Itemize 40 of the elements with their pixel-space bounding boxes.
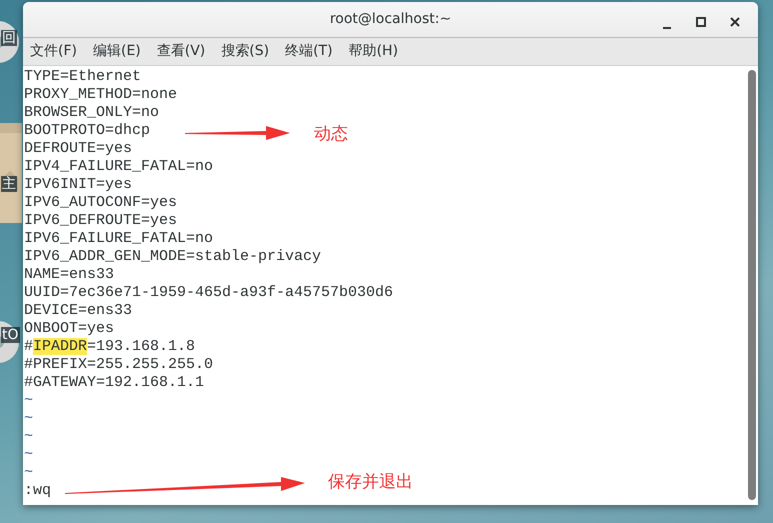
icon-label: tO: [1, 327, 20, 343]
config-line: #GATEWAY=192.168.1.1: [24, 374, 204, 392]
config-line: IPV6_FAILURE_FATAL=no: [24, 230, 214, 248]
config-line: IPV6_AUTOCONF=yes: [24, 194, 178, 212]
config-line: IPV6_ADDR_GEN_MODE=stable-privacy: [24, 248, 322, 266]
menu-item[interactable]: 查看(V): [150, 41, 206, 62]
minimize-icon: [663, 26, 671, 29]
config-line: BROWSER_ONLY=no: [24, 104, 160, 122]
command-line: :wq: [24, 482, 52, 500]
config-line: BOOTPROTO=dhcp: [24, 122, 150, 140]
close-icon: [730, 16, 740, 27]
config-line: #IPADDR=193.168.1.8: [24, 338, 196, 356]
empty-line-marker: ~: [24, 428, 34, 446]
config-line: DEVICE=ens33: [24, 302, 132, 320]
folder-icon[interactable]: [0, 123, 22, 223]
empty-line-marker: ~: [24, 392, 34, 410]
config-line: UUID=7ec36e71-1959-465d-a93f-a45757b030d6: [24, 284, 394, 302]
config-line: ONBOOT=yes: [24, 320, 114, 338]
icon-label: 主: [1, 176, 17, 192]
config-line: IPV4_FAILURE_FATAL=no: [24, 158, 214, 176]
config-line: DEFROUTE=yes: [24, 140, 132, 158]
window-title: root@localhost:~: [330, 10, 452, 29]
maximize-icon: [696, 16, 706, 27]
icon-label: 回: [1, 30, 17, 46]
menu-item[interactable]: 编辑(E): [86, 41, 141, 62]
config-line: IPV6_DEFROUTE=yes: [24, 212, 178, 230]
menu-item[interactable]: 搜索(S): [214, 41, 270, 62]
empty-line-marker: ~: [24, 446, 34, 464]
menu-item[interactable]: 终端(T): [278, 41, 333, 62]
config-line: #PREFIX=255.255.255.0: [24, 356, 214, 374]
empty-line-marker: ~: [24, 410, 34, 428]
config-line: PROXY_METHOD=none: [24, 86, 178, 104]
config-line: IPV6INIT=yes: [24, 176, 132, 194]
config-line: TYPE=Ethernet: [24, 68, 142, 86]
annotation-label: 动态: [314, 123, 348, 146]
config-line: NAME=ens33: [24, 266, 114, 284]
menu-item[interactable]: 文件(F): [23, 41, 77, 62]
menu-item[interactable]: 帮助(H): [342, 41, 398, 62]
empty-line-marker: ~: [24, 464, 34, 482]
annotation-label: 保存并退出: [328, 471, 413, 494]
